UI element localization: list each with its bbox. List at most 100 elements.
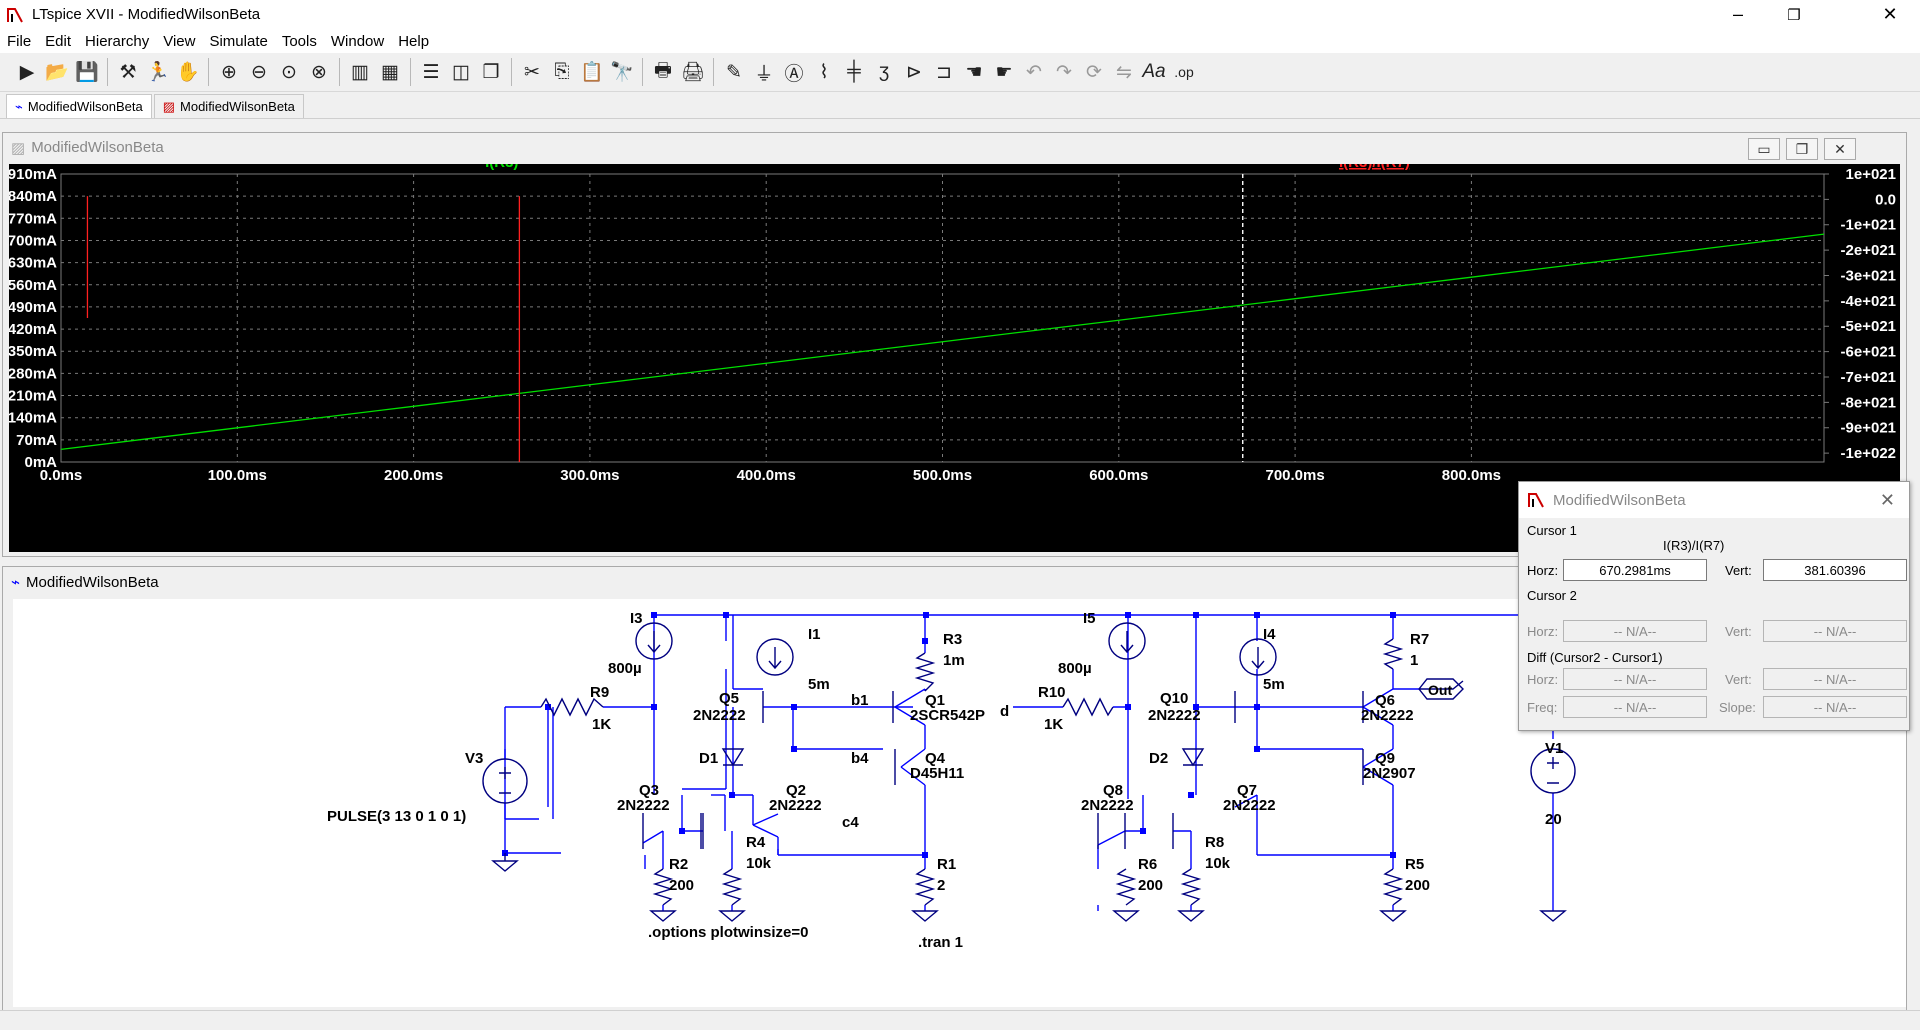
rotate-icon[interactable]: ⟳ — [1079, 57, 1109, 87]
save-icon[interactable]: 💾 — [72, 57, 102, 87]
net-b4: b4 — [851, 750, 869, 767]
toolbar: ▶ 📂 💾 ⚒ 🏃 ✋ ⊕ ⊖ ⊙ ⊗ ▥ ▦ ☰ ◫ ❐ ✂ ⎘ 📋 🔭 🖶 … — [0, 53, 1920, 92]
mirror-icon[interactable]: ⇋ — [1109, 57, 1139, 87]
label-icon[interactable]: Ⓐ — [779, 57, 809, 87]
spice-directive-tran[interactable]: .tran 1 — [918, 934, 963, 951]
menu-window[interactable]: Window — [324, 33, 391, 50]
component-icon[interactable]: ⊐ — [929, 57, 959, 87]
model-Q1: 2SCR542P — [910, 707, 985, 724]
pan-icon[interactable]: ✋ — [173, 57, 203, 87]
document-tabs: ⌁ ModifiedWilsonBeta ▨ ModifiedWilsonBet… — [0, 92, 1920, 118]
diode-icon[interactable]: ⊳ — [899, 57, 929, 87]
zoom-out-icon[interactable]: ⊖ — [244, 57, 274, 87]
zoom-fit-icon[interactable]: ⊙ — [274, 57, 304, 87]
label-R8: R8 — [1205, 834, 1224, 851]
tile-vertical-icon[interactable]: ◫ — [446, 57, 476, 87]
print-icon[interactable]: 🖶 — [648, 57, 678, 87]
copy-icon[interactable]: ⎘ — [547, 57, 577, 87]
model-Q9: 2N2907 — [1363, 765, 1416, 782]
menu-hierarchy[interactable]: Hierarchy — [78, 33, 156, 50]
label-R3: R3 — [943, 631, 962, 648]
net-c4: c4 — [842, 814, 859, 831]
y-right-tick-label: -2e+021 — [1841, 242, 1896, 259]
y-right-tick-label: -9e+021 — [1841, 420, 1896, 437]
model-Q4: D45H11 — [910, 765, 964, 782]
capacitor-icon[interactable]: ╪ — [839, 57, 869, 87]
value-R9: 1K — [592, 716, 611, 733]
plot-restore-button[interactable]: ❐ — [1786, 138, 1818, 160]
y-right-tick-label: -6e+021 — [1841, 344, 1896, 361]
model-Q8: 2N2222 — [1081, 797, 1134, 814]
cut-icon[interactable]: ✂ — [517, 57, 547, 87]
move-icon[interactable]: ☚ — [959, 57, 989, 87]
title-bar: LTspice XVII - ModifiedWilsonBeta – ❐ ✕ — [0, 0, 1920, 29]
close-button[interactable]: ✕ — [1862, 0, 1918, 29]
control-panel-icon[interactable]: ⚒ — [113, 57, 143, 87]
grid-icon[interactable]: ▦ — [375, 57, 405, 87]
tab-schematic[interactable]: ⌁ ModifiedWilsonBeta — [6, 94, 152, 118]
label-R4: R4 — [746, 834, 766, 851]
diff-vert-value: -- N/A-- — [1763, 668, 1907, 690]
pencil-icon[interactable]: ✎ — [719, 57, 749, 87]
model-Q6: 2N2222 — [1361, 707, 1414, 724]
x-tick-label: 500.0ms — [913, 467, 972, 484]
autorange-icon[interactable]: ▥ — [345, 57, 375, 87]
menu-edit[interactable]: Edit — [38, 33, 78, 50]
undo-icon[interactable]: ↶ — [1019, 57, 1049, 87]
menu-view[interactable]: View — [156, 33, 202, 50]
y-right-tick-label: 1e+021 — [1846, 166, 1896, 183]
tab-waveform[interactable]: ▨ ModifiedWilsonBeta — [153, 94, 304, 118]
label-R6: R6 — [1138, 856, 1157, 873]
y-right-tick-label: -1e+021 — [1841, 217, 1896, 234]
trace2-label: I(R3)/I(R7) — [1339, 164, 1410, 171]
value-I3: 800µ — [608, 660, 642, 677]
paste-icon[interactable]: 📋 — [577, 57, 607, 87]
open-icon[interactable]: 📂 — [42, 57, 72, 87]
tile-horizontal-icon[interactable]: ☰ — [416, 57, 446, 87]
zoom-cancel-icon[interactable]: ⊗ — [304, 57, 334, 87]
print-preview-icon[interactable]: 🖨 — [678, 57, 708, 87]
find-icon[interactable]: 🔭 — [607, 57, 637, 87]
value-I5: 800µ — [1058, 660, 1092, 677]
y-left-tick-label: 70mA — [16, 432, 57, 449]
minimize-button[interactable]: – — [1710, 0, 1766, 29]
menu-file[interactable]: File — [0, 33, 38, 50]
spice-directive-icon[interactable]: .op — [1169, 57, 1199, 87]
label-I1: I1 — [808, 626, 821, 643]
label-V3: V3 — [465, 750, 483, 767]
run-icon[interactable]: ▶ — [12, 57, 42, 87]
spice-directive-options[interactable]: .options plotwinsize=0 — [648, 924, 808, 941]
menu-simulate[interactable]: Simulate — [202, 33, 274, 50]
diff-freq-value: -- N/A-- — [1563, 696, 1707, 718]
schematic-icon: ⌁ — [11, 574, 21, 591]
y-left-tick-label: 630mA — [9, 255, 57, 272]
redo-icon[interactable]: ↷ — [1049, 57, 1079, 87]
plot-close-button[interactable]: ✕ — [1824, 138, 1856, 160]
cascade-icon[interactable]: ❐ — [476, 57, 506, 87]
maximize-button[interactable]: ❐ — [1766, 0, 1822, 29]
zoom-in-icon[interactable]: ⊕ — [214, 57, 244, 87]
value-I4: 5m — [1263, 676, 1285, 693]
plot-minimize-button[interactable]: ▭ — [1748, 138, 1780, 160]
wires — [504, 614, 1554, 911]
menu-help[interactable]: Help — [391, 33, 436, 50]
inductor-icon[interactable]: ʒ — [869, 57, 899, 87]
cursor-window-close-button[interactable]: ✕ — [1880, 490, 1895, 511]
schematic-labels: I3 800µ R9 1K Q5 2N2222 I1 5m R3 1m b1 Q… — [327, 610, 1563, 951]
net-out-flag[interactable]: Out — [1428, 682, 1452, 698]
ground-icon[interactable]: ⏚ — [749, 57, 779, 87]
text-icon[interactable]: Aa — [1139, 57, 1169, 87]
x-tick-label: 300.0ms — [560, 467, 619, 484]
status-bar — [0, 1010, 1920, 1030]
y-left-tick-label: 560mA — [9, 277, 57, 294]
halt-icon[interactable]: 🏃 — [143, 57, 173, 87]
cursor1-trace-name: I(R3)/I(R7) — [1663, 538, 1725, 553]
x-tick-label: 800.0ms — [1442, 467, 1501, 484]
value-R6: 200 — [1138, 877, 1163, 894]
y-left-tick-label: 210mA — [9, 388, 57, 405]
x-tick-label: 400.0ms — [737, 467, 796, 484]
resistor-icon[interactable]: ⌇ — [809, 57, 839, 87]
menu-tools[interactable]: Tools — [275, 33, 324, 50]
drag-icon[interactable]: ☛ — [989, 57, 1019, 87]
y-right-tick-label: -3e+021 — [1841, 267, 1896, 284]
